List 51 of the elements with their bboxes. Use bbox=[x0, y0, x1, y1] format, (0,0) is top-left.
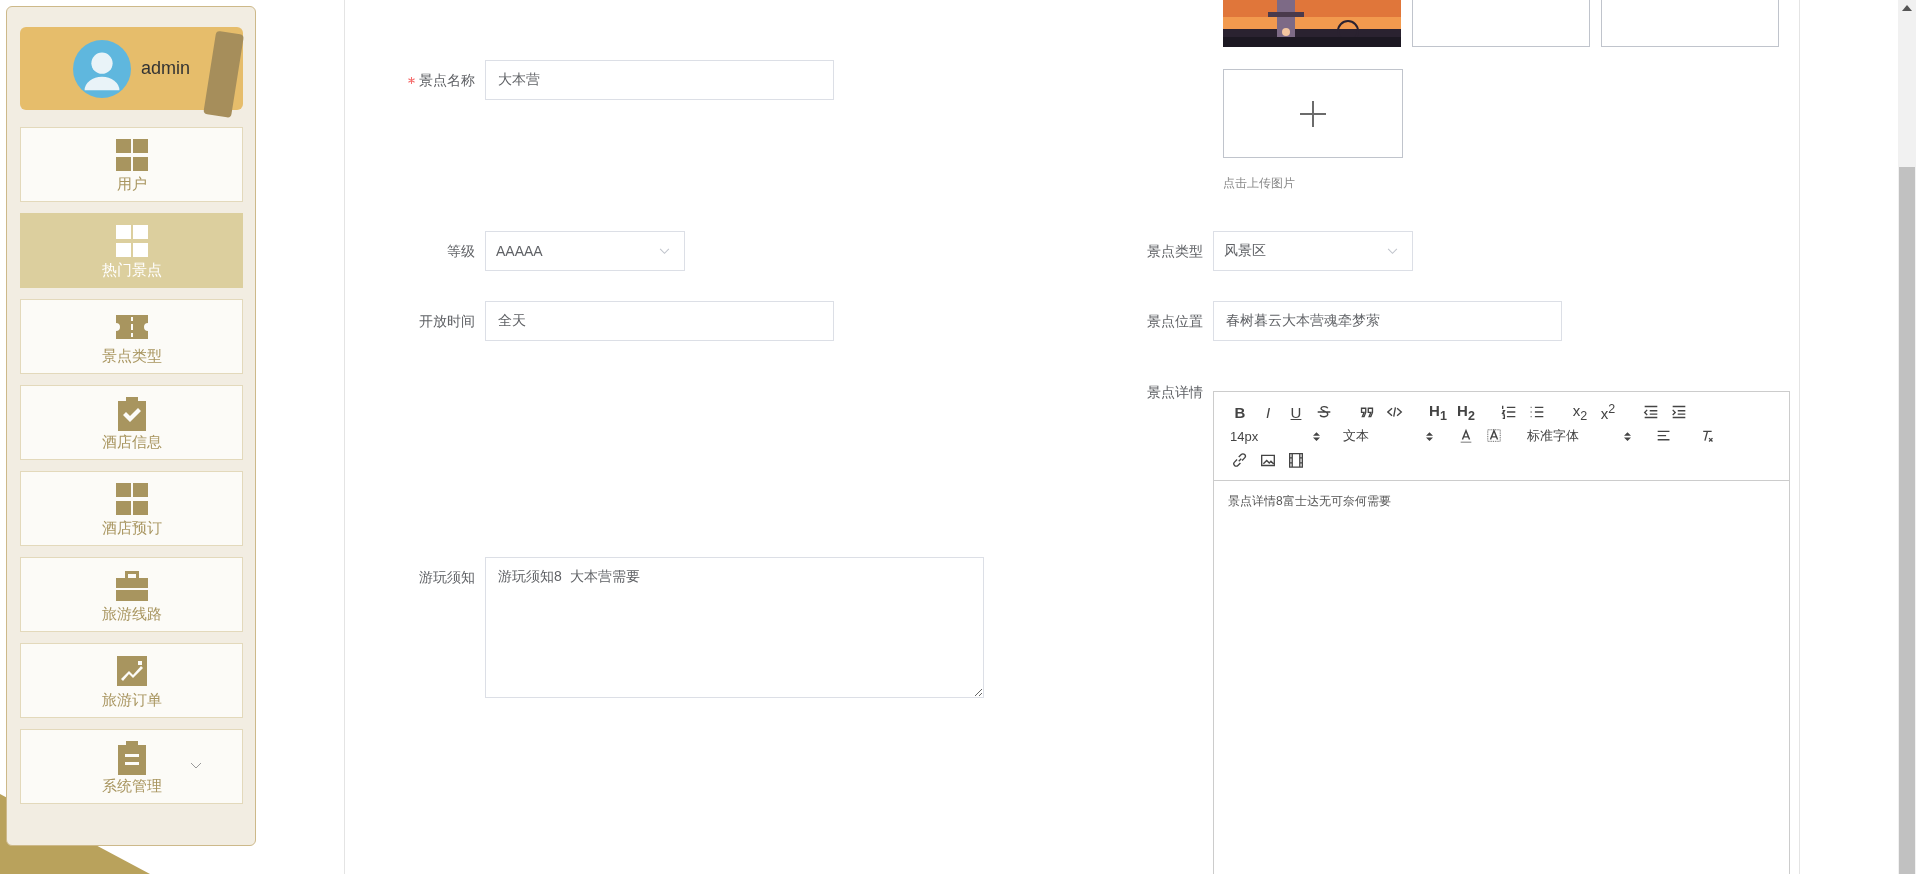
updown-icon bbox=[1624, 430, 1631, 442]
field-label: 景点位置 bbox=[1147, 312, 1203, 331]
scrollbar[interactable] bbox=[1898, 0, 1916, 874]
dropdown-icon bbox=[659, 247, 670, 255]
script-button[interactable]: x$^{2}$ bbox=[1594, 400, 1622, 424]
select-field[interactable]: 风景区 bbox=[1213, 231, 1413, 271]
toolbar-select[interactable]: 文本 bbox=[1339, 424, 1437, 448]
dropdown-icon bbox=[1387, 247, 1398, 255]
plus-icon bbox=[1299, 99, 1327, 128]
bold-button[interactable]: B bbox=[1226, 400, 1254, 424]
indent-icon bbox=[1671, 404, 1687, 420]
field-label: 游玩须知 bbox=[419, 568, 475, 587]
field-label: 景点类型 bbox=[1147, 242, 1203, 261]
field-label: 景点详情 bbox=[1147, 383, 1203, 402]
video-icon bbox=[1288, 452, 1304, 468]
link-icon bbox=[1232, 452, 1248, 468]
name-input[interactable]: 大本营 bbox=[485, 60, 834, 100]
opening-hours-input[interactable]: 全天 bbox=[485, 301, 834, 341]
toolbar-select[interactable]: 标准字体 bbox=[1523, 424, 1635, 448]
scroll-up-icon[interactable] bbox=[1902, 5, 1912, 11]
header-button[interactable]: H$_{1}$ bbox=[1424, 400, 1452, 424]
updown-icon bbox=[1313, 430, 1320, 442]
field-label: 景点名称 bbox=[419, 71, 475, 90]
upload-hint: 点击上传图片 bbox=[1223, 175, 1296, 191]
underline-button[interactable]: U bbox=[1282, 400, 1310, 424]
scroll-thumb[interactable] bbox=[1899, 167, 1915, 874]
script-button[interactable]: x$_{2}$ bbox=[1566, 400, 1594, 424]
user-name: admin bbox=[141, 58, 190, 79]
field-label: 开放时间 bbox=[419, 312, 475, 331]
avatar bbox=[73, 39, 131, 98]
grid-icon bbox=[113, 136, 150, 173]
list-bullet-icon bbox=[1529, 404, 1545, 420]
hatched-letter-icon bbox=[1486, 428, 1502, 444]
code-icon bbox=[1387, 404, 1403, 420]
location-input[interactable]: 春树暮云大本营魂牵梦萦 bbox=[1213, 301, 1562, 341]
strike-icon bbox=[1316, 404, 1332, 420]
header-button[interactable]: H$_{2}$ bbox=[1452, 400, 1480, 424]
notice-textarea[interactable]: 游玩须知8 大本营需要 bbox=[485, 557, 984, 698]
italic-button[interactable]: I bbox=[1254, 400, 1282, 424]
list-ordered-icon bbox=[1501, 404, 1517, 420]
updown-icon bbox=[1426, 430, 1433, 442]
outdent-icon bbox=[1643, 404, 1659, 420]
select-field[interactable]: AAAAA bbox=[485, 231, 685, 271]
chevron-icon[interactable] bbox=[190, 762, 202, 770]
grid-icon bbox=[113, 480, 150, 517]
field-label: 等级 bbox=[447, 242, 475, 261]
grid-icon bbox=[113, 222, 150, 259]
editor-content[interactable]: 景点详情8富士达无可奈何需要 bbox=[1214, 481, 1789, 522]
letter-underline-icon bbox=[1458, 428, 1474, 444]
image-icon bbox=[1260, 452, 1276, 468]
toolbar-select[interactable]: 14px bbox=[1226, 424, 1324, 448]
